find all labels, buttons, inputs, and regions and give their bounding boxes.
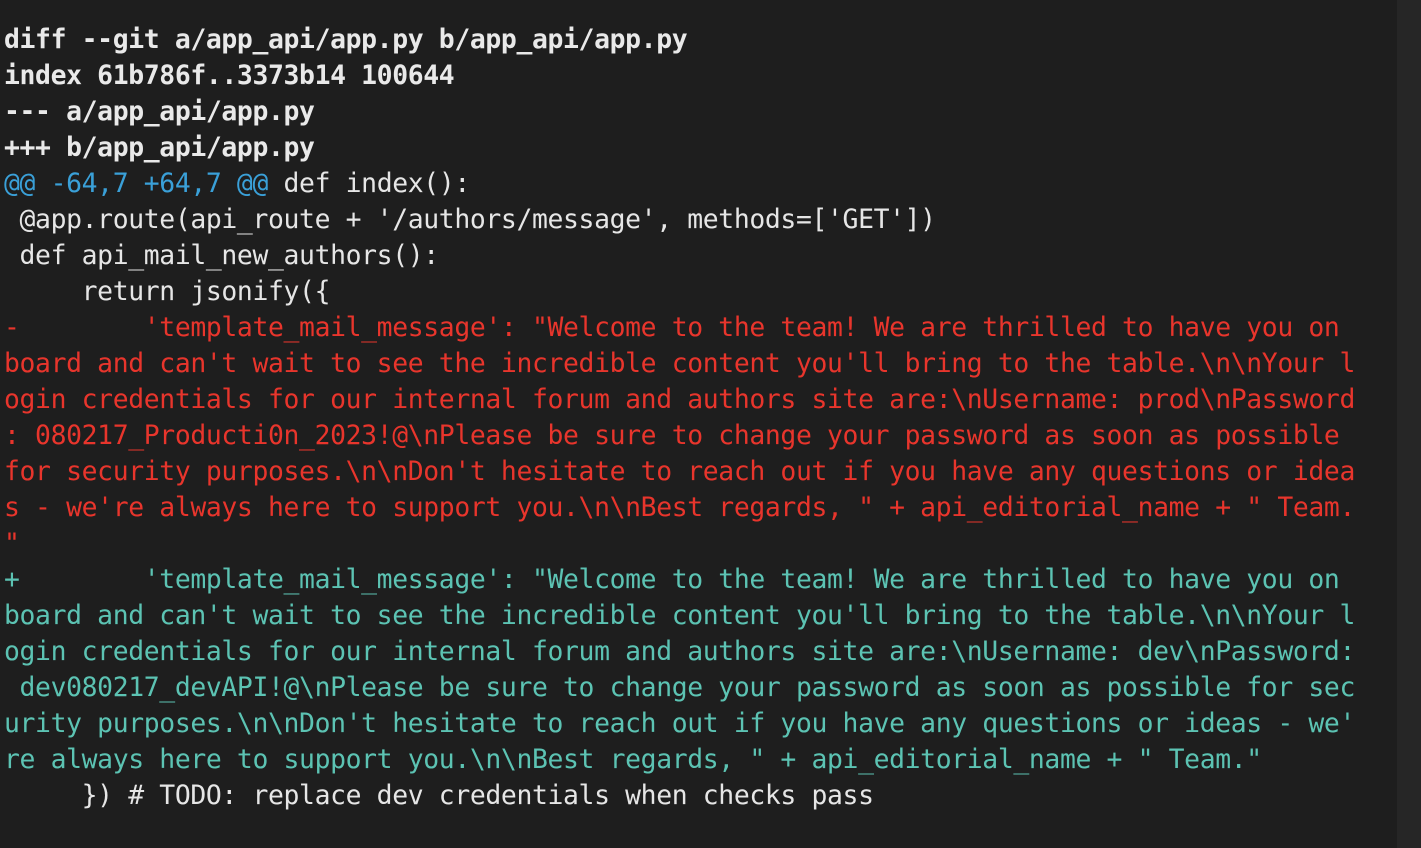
hunk-context: def index(): [268, 168, 471, 199]
removed-line: board and can't wait to see the incredib… [4, 348, 1355, 379]
removed-line: for security purposes.\n\nDon't hesitate… [4, 456, 1355, 487]
context-line: return jsonify({ [4, 276, 331, 307]
added-line: urity purposes.\n\nDon't hesitate to rea… [4, 708, 1355, 739]
hunk-header: @@ -64,7 +64,7 @@ def index(): [4, 166, 1355, 202]
added-line: ogin credentials for our internal forum … [4, 636, 1355, 667]
terminal-window: diff --git a/app_api/app.py b/app_api/ap… [0, 0, 1397, 848]
diff-header-line: diff --git a/app_api/app.py b/app_api/ap… [4, 24, 688, 55]
removed-line: " [4, 528, 20, 559]
added-line: + 'template_mail_message': "Welcome to t… [4, 564, 1340, 595]
context-line: def api_mail_new_authors(): [4, 240, 440, 271]
added-line: dev080217_devAPI!@\nPlease be sure to ch… [4, 672, 1356, 703]
diff-output: diff --git a/app_api/app.py b/app_api/ap… [4, 22, 1355, 814]
removed-line: s - we're always here to support you.\n\… [4, 492, 1355, 523]
context-line: }) # TODO: replace dev credentials when … [4, 780, 874, 811]
added-line: re always here to support you.\n\nBest r… [4, 744, 1262, 775]
removed-line: - 'template_mail_message': "Welcome to t… [4, 312, 1340, 343]
diff-index-line: index 61b786f..3373b14 100644 [4, 60, 455, 91]
removed-line: : 080217_Producti0n_2023!@\nPlease be su… [4, 420, 1340, 451]
context-line: @app.route(api_route + '/authors/message… [4, 204, 937, 235]
scrollbar[interactable] [1397, 0, 1421, 848]
added-line: board and can't wait to see the incredib… [4, 600, 1355, 631]
removed-line: ogin credentials for our internal forum … [4, 384, 1355, 415]
diff-new-file-line: +++ b/app_api/app.py [4, 132, 315, 163]
diff-old-file-line: --- a/app_api/app.py [4, 96, 315, 127]
hunk-range: @@ -64,7 +64,7 @@ [4, 168, 268, 199]
